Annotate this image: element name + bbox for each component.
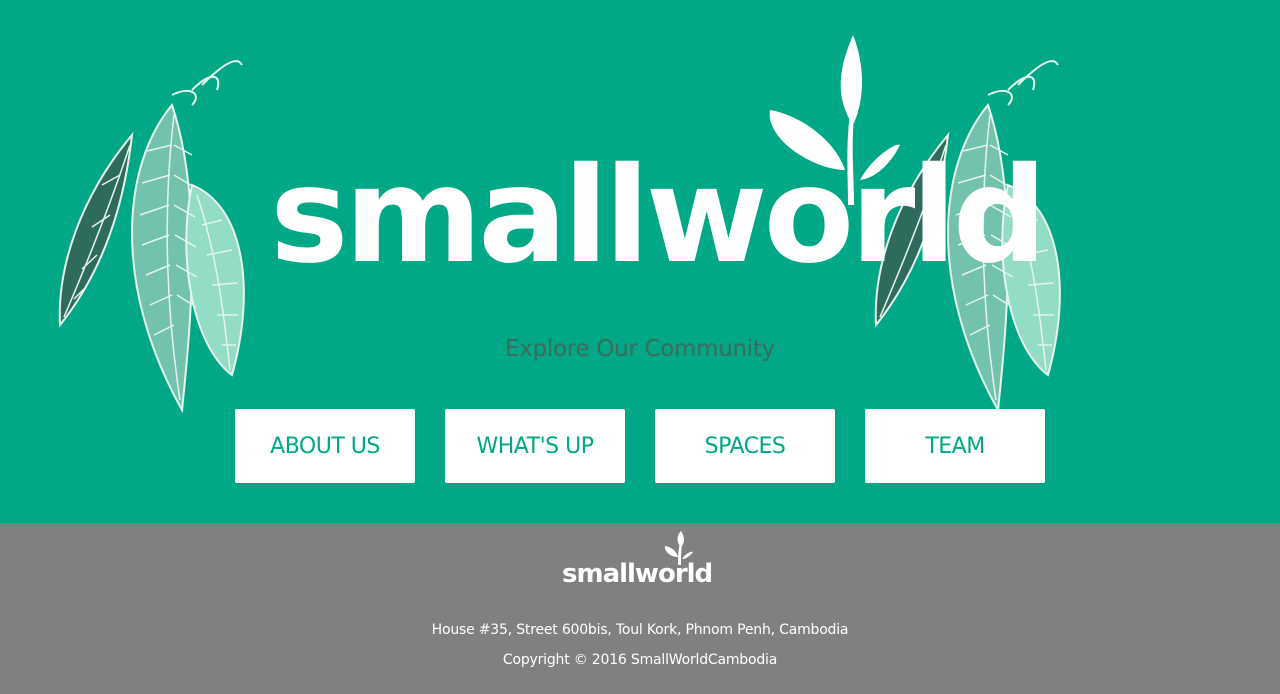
footer-address: House #35, Street 600bis, Toul Kork, Phn… — [431, 622, 849, 638]
main-nav: ABOUT US WHAT'S UP SPACES TEAM — [235, 409, 1045, 483]
footer-copyright: Copyright © 2016 SmallWorldCambodia — [502, 652, 778, 668]
footer-logo-wordmark: smallworld — [562, 559, 713, 589]
team-button[interactable]: TEAM — [865, 409, 1045, 483]
about-us-button[interactable]: ABOUT US — [235, 409, 415, 483]
footer-logo: smallworld — [560, 531, 722, 589]
tagline: Explore Our Community — [505, 336, 775, 362]
hero-section: smallworld Explore Our Community ABOUT U… — [0, 0, 1280, 523]
footer: smallworld House #35, Street 600bis, Tou… — [0, 523, 1280, 694]
whats-up-button[interactable]: WHAT'S UP — [445, 409, 625, 483]
spaces-button[interactable]: SPACES — [655, 409, 835, 483]
brand-logo: smallworld — [270, 30, 1047, 310]
logo-wordmark: smallworld — [270, 139, 1047, 293]
